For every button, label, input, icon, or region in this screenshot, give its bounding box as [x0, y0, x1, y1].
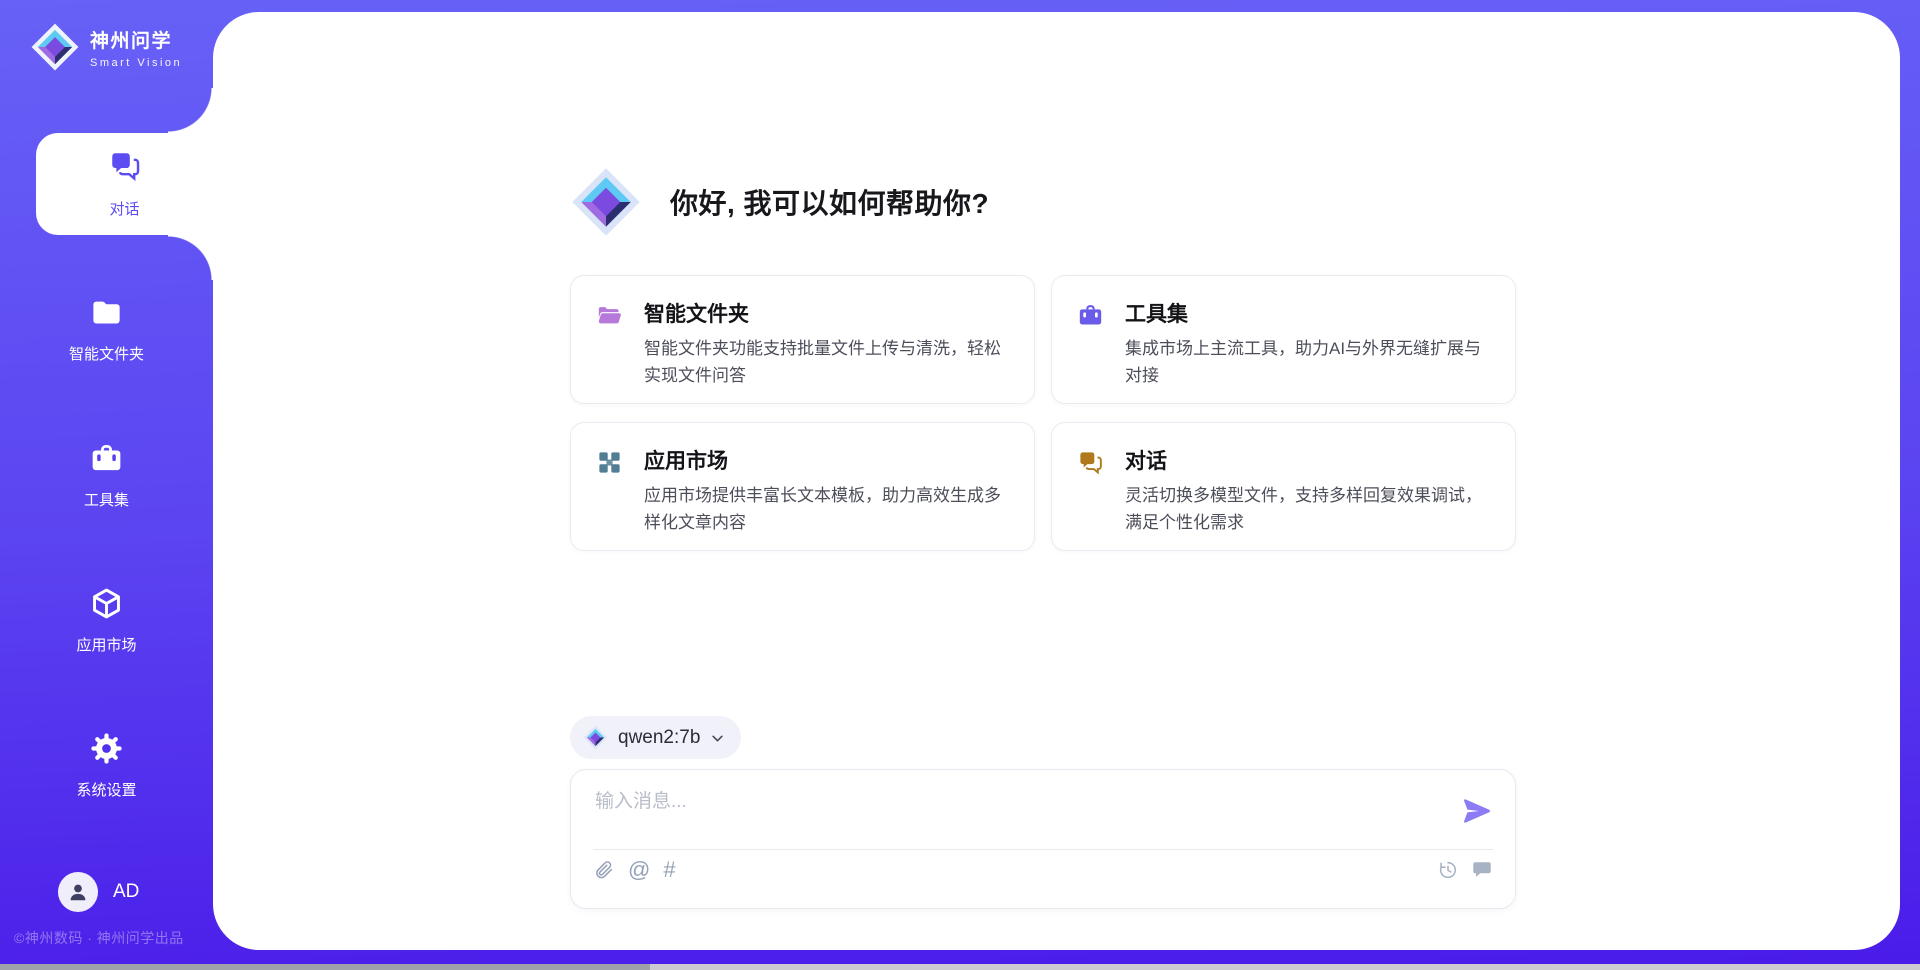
composer: @ #	[570, 769, 1516, 909]
sidebar-item-smart-folder[interactable]: 智能文件夹	[0, 295, 213, 364]
mention-button[interactable]: @	[628, 859, 650, 881]
brand: 神州问学 Smart Vision	[30, 22, 182, 72]
at-icon: @	[628, 859, 650, 881]
greeting-title: 你好, 我可以如何帮助你?	[670, 182, 989, 222]
sidebar-item-app-market[interactable]: 应用市场	[0, 586, 213, 655]
briefcase-icon	[1077, 302, 1104, 329]
feedback-button[interactable]	[1471, 859, 1493, 881]
sidebar-footer: ©神州数码 · 神州问学出品	[14, 928, 184, 948]
brand-subtitle: Smart Vision	[90, 57, 182, 69]
chat-bubble-icon	[1471, 859, 1493, 881]
send-icon	[1461, 795, 1493, 827]
tab-fillet-top	[168, 88, 213, 133]
brand-name: 神州问学	[90, 26, 182, 53]
sidebar-item-chat[interactable]: 对话	[36, 133, 213, 235]
composer-tools-right	[1437, 859, 1493, 881]
history-button[interactable]	[1437, 859, 1459, 881]
briefcase-icon	[89, 441, 124, 476]
brand-diamond-icon	[570, 166, 642, 238]
composer-tools-left: @ #	[593, 859, 676, 881]
model-logo-icon	[583, 725, 608, 750]
card-description: 应用市场提供丰富长文本模板，助力高效生成多样化文章内容	[644, 482, 1012, 536]
card-app-market[interactable]: 应用市场 应用市场提供丰富长文本模板，助力高效生成多样化文章内容	[570, 422, 1035, 551]
person-icon	[67, 881, 89, 903]
hash-icon: #	[663, 859, 675, 881]
hero: 你好, 我可以如何帮助你?	[570, 166, 989, 238]
card-title: 智能文件夹	[644, 301, 1012, 328]
gear-icon	[89, 731, 124, 766]
user-menu[interactable]: AD	[58, 872, 139, 912]
card-description: 智能文件夹功能支持批量文件上传与清洗，轻松实现文件问答	[644, 335, 1012, 389]
composer-divider	[593, 849, 1493, 850]
chat-icon	[108, 149, 142, 183]
sidebar-item-label: 应用市场	[0, 634, 213, 655]
sidebar-item-toolset[interactable]: 工具集	[0, 441, 213, 510]
feature-cards: 智能文件夹 智能文件夹功能支持批量文件上传与清洗，轻松实现文件问答 工具集 集成…	[570, 275, 1516, 551]
send-button[interactable]	[1461, 795, 1493, 827]
model-selector[interactable]: qwen2:7b	[570, 716, 741, 759]
folder-icon	[89, 295, 124, 330]
main-panel: 你好, 我可以如何帮助你? 智能文件夹 智能文件夹功能支持批量文件上传与清洗，轻…	[213, 12, 1900, 950]
folder-open-icon	[596, 302, 623, 329]
model-name: qwen2:7b	[618, 727, 700, 749]
tab-fillet-bottom	[168, 235, 213, 280]
paperclip-icon	[593, 859, 615, 881]
topic-button[interactable]: #	[663, 859, 675, 881]
content-column: 你好, 我可以如何帮助你? 智能文件夹 智能文件夹功能支持批量文件上传与清洗，轻…	[570, 12, 1516, 950]
sidebar-item-settings[interactable]: 系统设置	[0, 731, 213, 800]
history-icon	[1437, 859, 1459, 881]
card-smart-folder[interactable]: 智能文件夹 智能文件夹功能支持批量文件上传与清洗，轻松实现文件问答	[570, 275, 1035, 404]
sidebar-item-label: 系统设置	[0, 779, 213, 800]
card-title: 工具集	[1125, 301, 1493, 328]
brand-logo-icon	[30, 22, 80, 72]
card-title: 应用市场	[644, 448, 1012, 475]
card-chat[interactable]: 对话 灵活切换多模型文件，支持多样回复效果调试，满足个性化需求	[1051, 422, 1516, 551]
card-title: 对话	[1125, 448, 1493, 475]
sidebar-item-label: 工具集	[0, 489, 213, 510]
cube-icon	[89, 586, 124, 621]
card-description: 灵活切换多模型文件，支持多样回复效果调试，满足个性化需求	[1125, 482, 1493, 536]
message-input[interactable]	[595, 786, 1435, 844]
card-description: 集成市场上主流工具，助力AI与外界无缝扩展与对接	[1125, 335, 1493, 389]
chevron-down-icon	[710, 731, 725, 746]
user-name: AD	[113, 881, 139, 903]
scrollbar-thumb[interactable]	[0, 964, 650, 970]
horizontal-scrollbar[interactable]	[0, 964, 1920, 970]
chat-icon	[1077, 449, 1104, 476]
grid-icon	[596, 449, 623, 476]
attach-button[interactable]	[593, 859, 615, 881]
sidebar-item-label: 对话	[109, 198, 139, 219]
sidebar-item-label: 智能文件夹	[0, 343, 213, 364]
avatar	[58, 872, 98, 912]
card-toolset[interactable]: 工具集 集成市场上主流工具，助力AI与外界无缝扩展与对接	[1051, 275, 1516, 404]
